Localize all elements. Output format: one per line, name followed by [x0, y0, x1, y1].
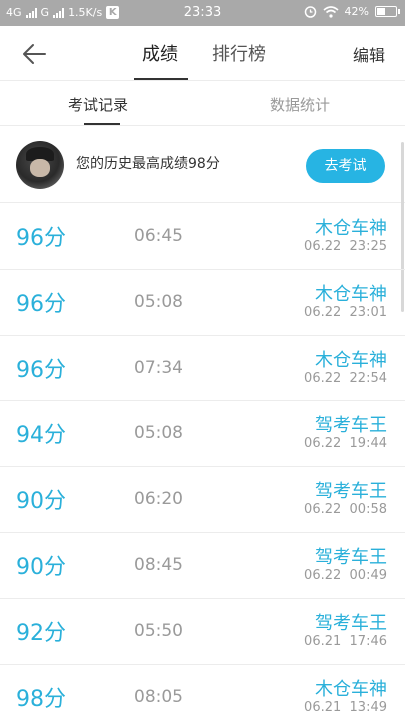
record-date: 06.22 — [304, 502, 342, 518]
edit-button[interactable]: 编辑 — [353, 42, 385, 66]
record-clock: 13:49 — [349, 699, 387, 715]
record-date: 06.22 — [304, 436, 342, 452]
tab-exam-records[interactable]: 考试记录 — [68, 94, 128, 115]
go-exam-button[interactable]: 去考试 — [306, 149, 385, 183]
active-subtab-indicator — [84, 123, 120, 125]
record-datetime: 06.22 23:25 — [304, 239, 387, 254]
sub-tabs: 考试记录 数据统计 — [0, 82, 405, 126]
record-row[interactable]: 90分 08:45 驾考车王 06.22 00:49 — [0, 533, 405, 599]
record-clock: 23:01 — [349, 304, 387, 320]
status-bar: 4G G 1.5K/s K 23:33 42% — [0, 0, 405, 26]
record-datetime: 06.22 19:44 — [304, 436, 387, 451]
record-clock: 19:44 — [349, 436, 387, 452]
tab-ranking[interactable]: 排行榜 — [212, 40, 266, 66]
record-score: 96分 — [16, 357, 66, 383]
tab-data-stats[interactable]: 数据统计 — [270, 94, 330, 115]
alarm-icon — [304, 6, 316, 18]
record-title: 木仓车神 — [315, 678, 387, 700]
record-score: 90分 — [16, 489, 66, 515]
record-datetime: 06.22 22:54 — [304, 371, 387, 386]
record-title: 驾考车王 — [315, 415, 387, 437]
record-datetime: 06.22 00:49 — [304, 568, 387, 583]
record-score: 96分 — [16, 291, 66, 317]
exam-records-list: 96分 06:45 木仓车神 06.22 23:25 96分 05:08 木仓车… — [0, 204, 405, 720]
record-score: 90分 — [16, 554, 66, 580]
record-title: 木仓车神 — [315, 349, 387, 371]
record-duration: 06:20 — [134, 489, 183, 510]
battery-icon — [375, 6, 400, 17]
status-right: 42% — [304, 5, 400, 18]
active-tab-indicator — [134, 78, 188, 80]
record-title: 木仓车神 — [315, 283, 387, 305]
record-datetime: 06.21 13:49 — [304, 700, 387, 715]
record-datetime: 06.22 00:58 — [304, 502, 387, 517]
record-date: 06.22 — [304, 239, 342, 254]
record-row[interactable]: 90分 06:20 驾考车王 06.22 00:58 — [0, 467, 405, 533]
record-duration: 05:50 — [134, 620, 183, 641]
wifi-icon — [323, 5, 339, 18]
record-row[interactable]: 94分 05:08 驾考车王 06.22 19:44 — [0, 401, 405, 468]
record-clock: 17:46 — [349, 633, 387, 649]
record-duration: 08:45 — [134, 554, 183, 575]
record-row[interactable]: 98分 08:05 木仓车神 06.21 13:49 — [0, 665, 405, 720]
record-row[interactable]: 96分 05:08 木仓车神 06.22 23:01 — [0, 270, 405, 336]
record-datetime: 06.22 23:01 — [304, 305, 387, 320]
tab-score[interactable]: 成绩 — [142, 40, 178, 66]
best-score-text: 您的历史最高成绩98分 — [76, 156, 220, 172]
record-datetime: 06.21 17:46 — [304, 634, 387, 649]
back-arrow-icon[interactable] — [20, 40, 48, 68]
record-score: 94分 — [16, 423, 66, 449]
record-score: 92分 — [16, 620, 66, 646]
avatar[interactable] — [16, 141, 64, 189]
top-nav: 成绩 排行榜 编辑 — [0, 26, 405, 81]
record-clock: 00:49 — [349, 567, 387, 583]
record-duration: 08:05 — [134, 686, 183, 707]
record-row[interactable]: 96分 07:34 木仓车神 06.22 22:54 — [0, 336, 405, 402]
record-clock: 22:54 — [349, 370, 387, 386]
record-duration: 06:45 — [134, 226, 183, 246]
record-clock: 00:58 — [349, 502, 387, 518]
record-row[interactable]: 96分 06:45 木仓车神 06.22 23:25 — [0, 204, 405, 270]
record-date: 06.22 — [304, 304, 342, 320]
record-row[interactable]: 92分 05:50 驾考车王 06.21 17:46 — [0, 599, 405, 665]
record-date: 06.21 — [304, 699, 342, 715]
record-date: 06.22 — [304, 370, 342, 386]
record-title: 驾考车王 — [315, 546, 387, 568]
record-date: 06.21 — [304, 633, 342, 649]
record-score: 96分 — [16, 226, 66, 251]
record-date: 06.22 — [304, 567, 342, 583]
record-duration: 05:08 — [134, 423, 183, 444]
battery-percent: 42% — [344, 5, 369, 18]
record-duration: 07:34 — [134, 357, 183, 378]
record-clock: 23:25 — [349, 239, 387, 254]
record-title: 木仓车神 — [315, 218, 387, 239]
record-title: 驾考车王 — [315, 612, 387, 634]
record-title: 驾考车王 — [315, 481, 387, 503]
profile-summary: 您的历史最高成绩98分 去考试 — [0, 127, 405, 203]
record-score: 98分 — [16, 686, 66, 712]
record-duration: 05:08 — [134, 291, 183, 312]
